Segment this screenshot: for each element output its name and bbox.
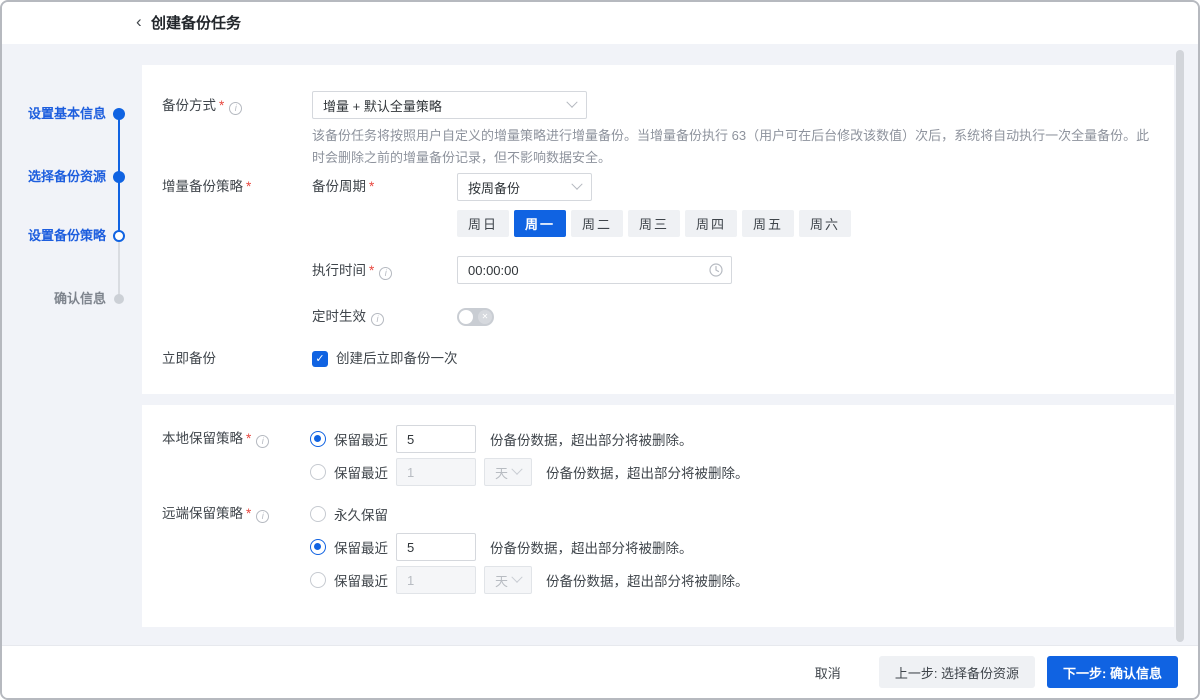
schedule-effective-label-text: 定时生效 (312, 309, 366, 324)
toggle-knob (459, 310, 473, 324)
immediate-backup-checkbox-label[interactable]: 创建后立即备份一次 (336, 350, 458, 368)
option-prefix: 保留最近 (334, 537, 388, 557)
step-item-resources[interactable]: 选择备份资源 (10, 168, 106, 186)
radio-unselected[interactable] (310, 506, 326, 522)
backup-method-label: 备份方式* i (162, 97, 242, 115)
step-dot-resources (113, 171, 125, 183)
option-suffix: 份备份数据，超出部分将被删除。 (490, 537, 693, 557)
backup-method-select[interactable]: 增量 + 默认全量策略 (312, 91, 587, 119)
option-suffix: 份备份数据，超出部分将被删除。 (490, 429, 693, 449)
option-prefix: 保留最近 (334, 570, 388, 590)
toggle-off-icon: ✕ (478, 310, 492, 324)
remote-retention-option-count: 保留最近 份备份数据，超出部分将被删除。 (310, 533, 693, 561)
info-icon[interactable]: i (229, 102, 242, 115)
exec-time-label: 执行时间* i (312, 262, 392, 280)
radio-unselected[interactable] (310, 464, 326, 480)
weekday-thu[interactable]: 周四 (685, 210, 737, 237)
vertical-scrollbar[interactable] (1176, 50, 1184, 642)
remote-retention-option-duration: 保留最近 天 份备份数据，超出部分将被删除。 (310, 566, 749, 594)
remote-retention-option-forever: 永久保留 (310, 500, 388, 528)
step-dot-confirm (114, 294, 124, 304)
remote-retention-label: 远端保留策略* i (162, 505, 269, 523)
required-mark: * (369, 179, 374, 194)
weekday-wed[interactable]: 周三 (628, 210, 680, 237)
required-mark: * (246, 431, 251, 446)
option-suffix: 份备份数据，超出部分将被删除。 (546, 570, 749, 590)
unit-value: 天 (495, 463, 513, 482)
required-mark: * (219, 98, 224, 113)
cancel-button[interactable]: 取消 (799, 656, 857, 688)
backup-cycle-value: 按周备份 (468, 178, 573, 197)
immediate-backup-label: 立即备份 (162, 350, 216, 368)
remote-retention-label-text: 远端保留策略 (162, 506, 243, 521)
required-mark: * (369, 263, 374, 278)
incremental-policy-label-text: 增量备份策略 (162, 179, 243, 194)
backup-cycle-label-text: 备份周期 (312, 179, 366, 194)
weekday-picker: 周日 周一 周二 周三 周四 周五 周六 (457, 210, 851, 237)
local-retention-label: 本地保留策略* i (162, 430, 269, 448)
step-dot-basic-info (113, 108, 125, 120)
weekday-fri[interactable]: 周五 (742, 210, 794, 237)
incremental-policy-label: 增量备份策略* (162, 178, 251, 196)
step-item-confirm[interactable]: 确认信息 (10, 290, 106, 308)
footer-bar: 取消 上一步: 选择备份资源 下一步: 确认信息 (2, 645, 1198, 698)
immediate-backup-checkbox[interactable]: ✓ (312, 351, 328, 367)
remote-keep-duration-input (396, 566, 476, 594)
weekday-mon[interactable]: 周一 (514, 210, 566, 237)
local-retention-option-count: 保留最近 份备份数据，超出部分将被删除。 (310, 425, 693, 453)
required-mark: * (246, 179, 251, 194)
weekday-sat[interactable]: 周六 (799, 210, 851, 237)
local-keep-duration-input (396, 458, 476, 486)
create-backup-task-window: ‹ 创建备份任务 设置基本信息 选择备份资源 设置备份策略 确认信息 备份方式*… (0, 0, 1200, 700)
backup-cycle-select[interactable]: 按周备份 (457, 173, 592, 201)
option-prefix: 保留最近 (334, 429, 388, 449)
local-retention-option-duration: 保留最近 天 份备份数据，超出部分将被删除。 (310, 458, 749, 486)
backup-method-value: 增量 + 默认全量策略 (323, 96, 568, 115)
chevron-down-icon (571, 179, 582, 190)
next-step-button[interactable]: 下一步: 确认信息 (1047, 656, 1178, 688)
info-icon[interactable]: i (256, 435, 269, 448)
schedule-effective-label: 定时生效 i (312, 308, 384, 326)
option-prefix: 保留最近 (334, 462, 388, 482)
local-keep-count-input[interactable] (396, 425, 476, 453)
exec-time-label-text: 执行时间 (312, 263, 366, 278)
weekday-sun[interactable]: 周日 (457, 210, 509, 237)
chevron-down-icon (566, 97, 577, 108)
exec-time-input[interactable] (457, 256, 732, 284)
required-mark: * (246, 506, 251, 521)
option-suffix: 份备份数据，超出部分将被删除。 (546, 462, 749, 482)
page-title: 创建备份任务 (151, 2, 241, 44)
step-item-strategy[interactable]: 设置备份策略 (10, 227, 106, 245)
info-icon[interactable]: i (379, 267, 392, 280)
option-text: 永久保留 (334, 504, 388, 524)
schedule-effective-toggle[interactable]: ✕ (457, 308, 494, 326)
info-icon[interactable]: i (371, 313, 384, 326)
chevron-down-icon (511, 464, 522, 475)
backup-method-help: 该备份任务将按照用户自定义的增量策略进行增量备份。当增量备份执行 63（用户可在… (312, 125, 1160, 169)
retention-card: 本地保留策略*i 保留最近 份备份数据，超出部分将被删除。 保留最近 天 份备份… (142, 405, 1174, 627)
chevron-down-icon (511, 572, 522, 583)
remote-keep-count-input[interactable] (396, 533, 476, 561)
unit-value: 天 (495, 571, 513, 590)
radio-selected[interactable] (310, 431, 326, 447)
radio-selected[interactable] (310, 539, 326, 555)
stepper-line-pending (118, 236, 120, 300)
radio-unselected[interactable] (310, 572, 326, 588)
weekday-tue[interactable]: 周二 (571, 210, 623, 237)
info-icon[interactable]: i (256, 510, 269, 523)
backup-cycle-label: 备份周期* (312, 178, 374, 196)
local-retention-label-text: 本地保留策略 (162, 431, 243, 446)
step-item-basic-info[interactable]: 设置基本信息 (10, 105, 106, 123)
strategy-card: 备份方式*i 增量 + 默认全量策略 该备份任务将按照用户自定义的增量策略进行增… (142, 65, 1174, 394)
local-duration-unit-select: 天 (484, 458, 532, 486)
prev-step-button[interactable]: 上一步: 选择备份资源 (879, 656, 1035, 688)
step-dot-strategy (113, 230, 125, 242)
page-header: ‹ 创建备份任务 (2, 2, 1198, 44)
exec-time-field (457, 256, 732, 284)
back-icon[interactable]: ‹ (132, 2, 146, 44)
remote-duration-unit-select: 天 (484, 566, 532, 594)
backup-method-label-text: 备份方式 (162, 98, 216, 113)
